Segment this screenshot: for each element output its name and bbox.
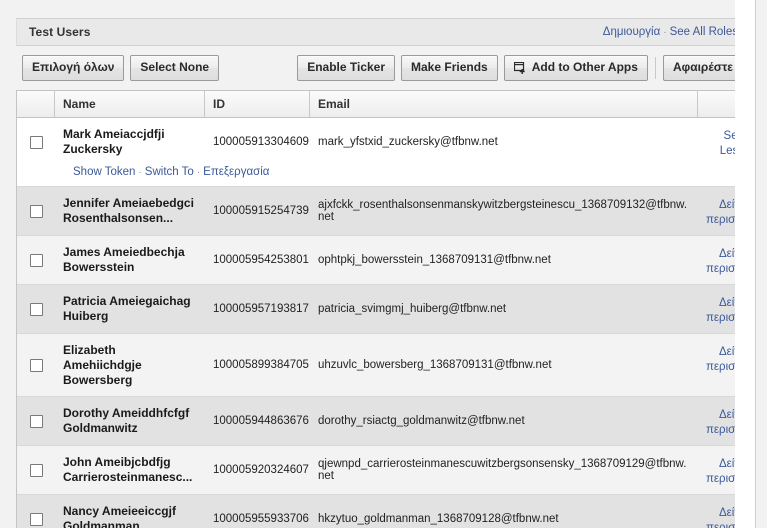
row-name: Mark Ameiaccjdfji Zuckersky [63,127,165,156]
select-all-button[interactable]: Επιλογή όλων [22,55,125,81]
row-checkbox[interactable] [29,135,43,149]
row-checkbox-cell [17,187,55,235]
column-header-email[interactable]: Email [310,91,698,117]
table-row-expanded: Mark Ameiaccjdfji Zuckersky 100005913304… [17,118,750,187]
row-checkbox[interactable] [29,302,43,316]
make-friends-button[interactable]: Make Friends [401,55,498,81]
table-row[interactable]: Jennifer Ameiaebedgci Rosenthalsonsen...… [17,187,750,236]
edit-link[interactable]: Επεξεργασία [203,166,269,178]
row-id: 100005954253801 [213,254,309,266]
add-to-other-apps-button[interactable]: Add to Other Apps [503,55,648,81]
row-email: qjewnpd_carrierosteinmanescuwitzbergsons… [318,458,687,482]
action-toolbar: Επιλογή όλων Select None Enable Ticker M… [16,46,751,90]
switch-to-link[interactable]: Switch To [145,166,194,178]
row-email: ajxfckk_rosenthalsonsenmanskywitzbergste… [318,199,688,223]
row-sublinks: Show Token · Switch To · Επεξεργασία [17,166,750,186]
table-row[interactable]: Nancy Ameieeiccgjf Goldmanman 1000059559… [17,495,750,528]
enable-ticker-label: Enable Ticker [307,60,386,74]
row-name: James Ameiedbechja Bowersstein [63,245,185,274]
row-email: hkzytuo_goldmanman_1368709128@tfbnw.net [318,513,559,525]
remove-label: Αφαιρέστε [672,60,733,74]
select-none-label: Select None [140,60,210,74]
right-page-gutter [755,0,767,528]
table-row[interactable]: Patricia Ameiegaichag Huiberg 1000059571… [17,285,750,334]
row-id: 100005913304609 [213,136,309,148]
row-name: Jennifer Ameiaebedgci Rosenthalsonsen... [63,196,194,225]
link-separator: · [663,27,667,38]
row-checkbox[interactable] [29,358,43,372]
select-none-button[interactable]: Select None [130,55,220,81]
row-name: Nancy Ameieeiccgjf Goldmanman [63,504,176,528]
screenshot-root: Test Users Δημιουργία · See All Roles Επιλ… [0,0,767,528]
row-checkbox[interactable] [29,512,43,526]
see-all-roles-link[interactable]: See All Roles [670,26,738,38]
test-users-panel: Test Users Δημιουργία · See All Roles Επιλ… [16,18,751,528]
sublink-separator-2: · [196,167,201,178]
add-to-other-apps-label: Add to Other Apps [531,60,638,74]
column-header-id[interactable]: ID [205,91,310,117]
table-row[interactable]: Dorothy Ameiddhfcfgf Goldmanwitz 1000059… [17,397,750,446]
row-id: 100005920324607 [213,464,309,476]
test-users-table: Name ID Email Mark Ameiaccjdfji Zuckersk… [16,90,751,528]
remove-button[interactable]: Αφαιρέστε [662,55,743,81]
row-checkbox-cell [17,334,55,396]
row-email: uhzuvlc_bowersberg_1368709131@tfbnw.net [318,359,552,371]
row-checkbox-cell [17,495,55,528]
row-id: 100005899384705 [213,359,309,371]
show-token-link[interactable]: Show Token [73,166,135,178]
row-name: Dorothy Ameiddhfcfgf Goldmanwitz [63,406,190,435]
row-checkbox-cell [17,285,55,333]
row-checkbox-cell [17,118,55,166]
row-checkbox-cell [17,397,55,445]
row-email: ophtpkj_bowersstein_1368709131@tfbnw.net [318,254,551,266]
row-checkbox-cell [17,236,55,284]
table-header-row: Name ID Email [17,91,750,118]
row-email: dorothy_rsiactg_goldmanwitz@tfbnw.net [318,415,525,427]
row-checkbox-cell [17,446,55,494]
table-row[interactable]: John Ameibjcbdfjg Carrierosteinmanesc...… [17,446,750,495]
page-title: Test Users [29,25,91,39]
row-id: 100005957193817 [213,303,309,315]
enable-ticker-button[interactable]: Enable Ticker [297,55,396,81]
row-checkbox[interactable] [29,204,43,218]
row-checkbox[interactable] [29,253,43,267]
row-name: Patricia Ameiegaichag Huiberg [63,294,191,323]
row-id: 100005944863676 [213,415,309,427]
table-row[interactable]: Mark Ameiaccjdfji Zuckersky 100005913304… [17,118,750,166]
column-header-name[interactable]: Name [55,91,205,117]
make-friends-label: Make Friends [411,60,488,74]
row-email: patricia_svimgmj_huiberg@tfbnw.net [318,303,507,315]
row-email: mark_yfstxid_zuckersky@tfbnw.net [318,136,498,148]
toolbar-left-group: Επιλογή όλων Select None [22,55,220,81]
right-white-gutter [735,0,755,528]
toolbar-right-group: Enable Ticker Make Friends Add to Other … [297,55,745,81]
header-links: Δημιουργία · See All Roles [603,26,738,38]
add-app-icon [513,61,527,74]
row-name: Elizabeth Amehiichdgje Bowersberg [63,343,142,387]
table-row[interactable]: James Ameiedbechja Bowersstein 100005954… [17,236,750,285]
toolbar-divider [654,57,656,79]
row-checkbox[interactable] [29,414,43,428]
column-header-checkbox [17,91,55,117]
row-id: 100005915254739 [213,205,309,217]
row-name: John Ameibjcbdfjg Carrierosteinmanesc... [63,455,193,484]
panel-header: Test Users Δημιουργία · See All Roles [16,18,751,46]
sublink-separator-1: · [138,167,142,178]
row-checkbox[interactable] [29,463,43,477]
row-id: 100005955933706 [213,513,309,525]
select-all-label: Επιλογή όλων [32,60,115,74]
create-link[interactable]: Δημιουργία [603,26,660,38]
table-row[interactable]: Elizabeth Amehiichdgje Bowersberg 100005… [17,334,750,397]
